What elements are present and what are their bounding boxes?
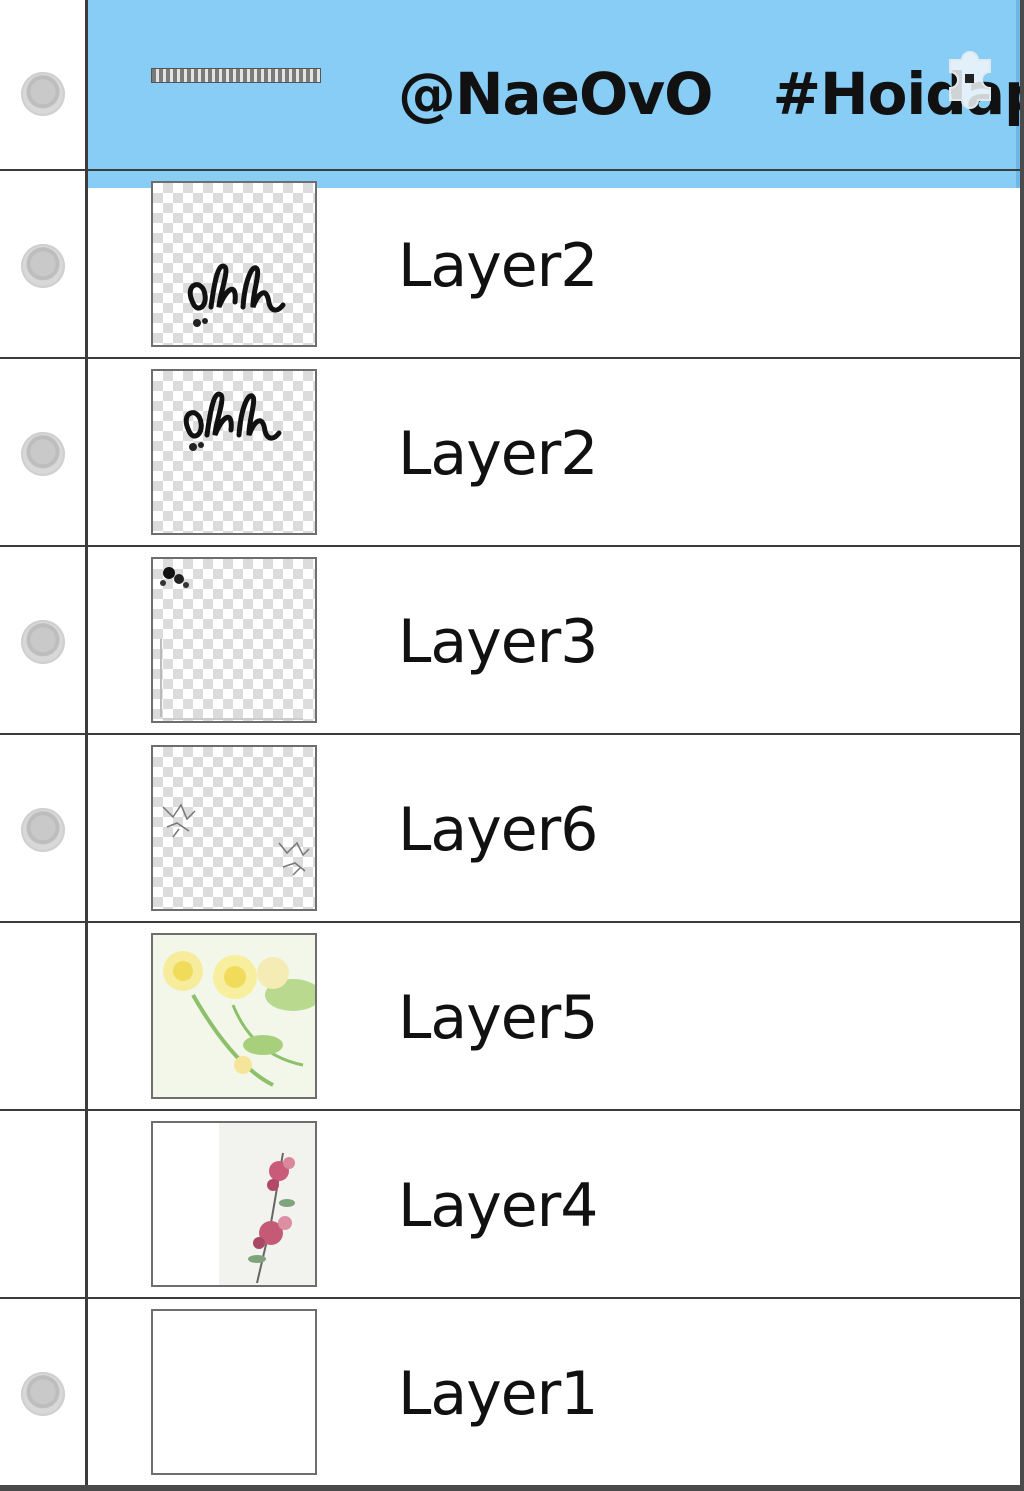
visibility-dot-icon	[20, 1372, 65, 1416]
visibility-toggle[interactable]	[0, 1300, 85, 1488]
layer-thumbnail-ornament	[151, 557, 317, 723]
visibility-toggle[interactable]	[0, 360, 85, 548]
visibility-dot-icon	[20, 432, 65, 476]
visibility-dot-icon	[20, 72, 65, 116]
row-divider	[0, 545, 1020, 547]
pink-flower-icon	[153, 1123, 315, 1285]
visibility-toggle[interactable]	[0, 172, 85, 360]
visibility-toggle[interactable]	[0, 736, 85, 924]
panel-right-edge	[1020, 0, 1024, 1491]
layer-thumbnail-script	[151, 181, 317, 347]
visibility-toggle[interactable]	[0, 1112, 85, 1300]
layer-row-text[interactable]: @NaeOvO #Hoidap	[0, 0, 1024, 188]
layer-name: Layer5	[398, 983, 598, 1053]
visibility-dot-icon	[20, 808, 65, 852]
layer-name: Layer2	[398, 419, 598, 489]
layer-thumbnail-yellow-flowers	[151, 933, 317, 1099]
visibility-toggle[interactable]	[0, 924, 85, 1112]
column-divider	[85, 0, 88, 1491]
layer-name: Layer6	[398, 795, 598, 865]
layer-name: Layer4	[398, 1171, 598, 1241]
row-divider	[0, 1109, 1020, 1111]
script-text-icon	[187, 263, 286, 327]
layer-row[interactable]: Layer4	[0, 1112, 1020, 1300]
ornament-icon	[160, 567, 303, 720]
layer-thumbnail-blank	[151, 1309, 317, 1475]
row-divider	[0, 921, 1020, 923]
visibility-toggle[interactable]	[0, 548, 85, 736]
layer-name: Layer1	[398, 1359, 598, 1429]
visibility-dot-icon	[20, 244, 65, 288]
sketch-flower-icon	[162, 803, 310, 876]
layer-thumbnail-sketch	[151, 745, 317, 911]
layer-name-handle: @NaeOvO	[398, 60, 713, 128]
layer-thumbnail-script	[151, 369, 317, 535]
visibility-toggle[interactable]	[0, 0, 85, 188]
text-layer-thumbnail	[151, 68, 321, 83]
layer-row[interactable]: Layer2	[0, 360, 1020, 548]
row-divider	[0, 733, 1020, 735]
row-divider	[0, 357, 1020, 359]
puzzle-icon[interactable]	[935, 42, 1005, 112]
layers-panel: @NaeOvO #Hoidap Layer2 Layer2 Layer3 Lay…	[0, 0, 1024, 1491]
layer-name: Layer2	[398, 231, 598, 301]
layer-name: @NaeOvO #Hoidap	[398, 0, 1024, 188]
row-divider	[0, 169, 1020, 171]
layer-thumbnail-pink-flowers	[151, 1121, 317, 1287]
layer-row[interactable]: Layer3	[0, 548, 1020, 736]
layer-name: Layer3	[398, 607, 598, 677]
panel-bottom-edge	[0, 1485, 1024, 1491]
row-divider	[0, 1297, 1020, 1299]
visibility-dot-icon	[20, 620, 65, 664]
layer-row[interactable]: Layer5	[0, 924, 1020, 1112]
layer-row[interactable]: Layer1	[0, 1300, 1020, 1488]
yellow-flower-icon	[153, 935, 315, 1097]
layer-row[interactable]: Layer6	[0, 736, 1020, 924]
script-text-icon	[183, 391, 282, 451]
layer-row[interactable]: Layer2	[0, 172, 1020, 360]
